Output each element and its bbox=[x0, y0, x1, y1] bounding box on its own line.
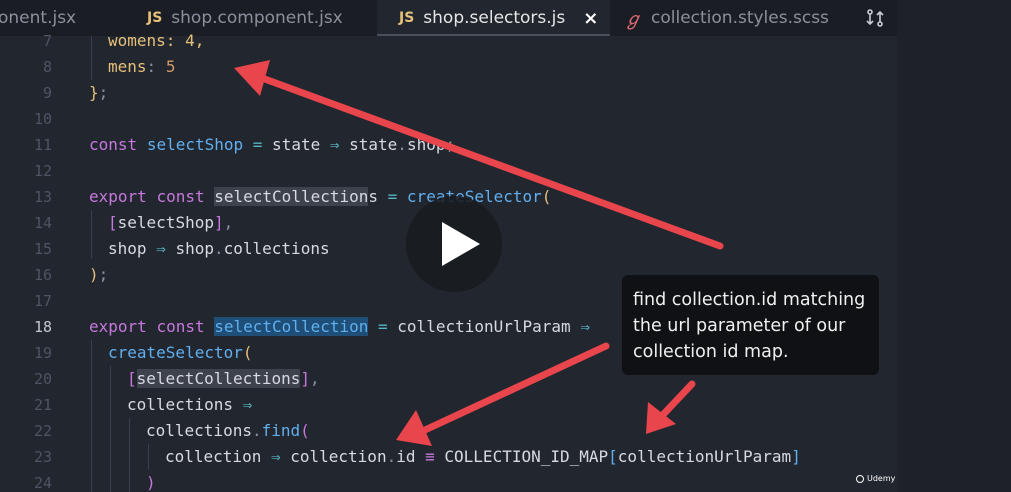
arrow-head bbox=[234, 60, 270, 96]
udemy-watermark: Udemy bbox=[856, 474, 895, 483]
play-icon bbox=[442, 222, 480, 266]
annotation-text: find collection.id matching the url para… bbox=[633, 290, 866, 362]
play-button[interactable] bbox=[406, 196, 502, 292]
video-frame: onent.jsx JS shop.component.jsx JS shop.… bbox=[0, 0, 1011, 492]
annotation-arrows bbox=[234, 60, 724, 446]
annotation-callout: find collection.id matching the url para… bbox=[622, 275, 879, 375]
udemy-logo-icon bbox=[856, 474, 864, 483]
arrow-to-collection-id bbox=[421, 342, 610, 434]
watermark-text: Udemy bbox=[867, 474, 896, 483]
